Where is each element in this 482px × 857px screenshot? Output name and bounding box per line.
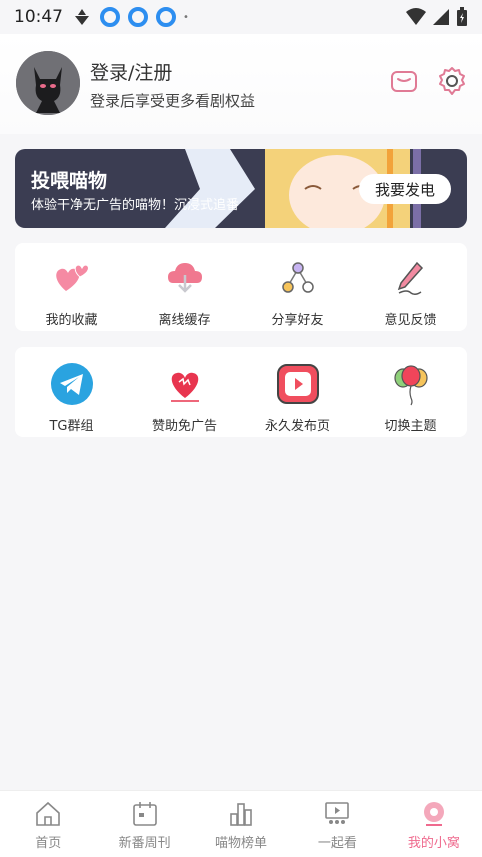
home-icon (36, 801, 61, 826)
profile-header: 登录/注册 登录后享受更多看剧权益 (0, 34, 482, 134)
nest-profile-icon (423, 802, 444, 826)
permanent-release-page-button[interactable]: 永久发布页 (241, 361, 354, 437)
nav-ranking-label: 喵物榜单 (215, 836, 268, 851)
nav-weekly[interactable]: 新番周刊 (96, 791, 192, 857)
tg-group-button[interactable]: TG群组 (15, 361, 128, 437)
offline-cache-button[interactable]: 离线缓存 (128, 255, 241, 331)
nav-watch-together[interactable]: 一起看 (289, 791, 385, 857)
feedback-button[interactable]: 意见反馈 (354, 255, 467, 331)
battery-icon (457, 7, 467, 26)
balloons-icon (393, 365, 428, 406)
status-notification-icons: • (71, 7, 189, 27)
banner-title: 投喂喵物 (31, 170, 108, 192)
cloud-notification-icon (100, 7, 120, 27)
telegram-icon (50, 363, 93, 405)
permanent-release-page-label: 永久发布页 (264, 419, 330, 434)
favorites-button[interactable]: 我的收藏 (15, 255, 128, 331)
video-play-icon (276, 364, 319, 404)
switch-theme-button[interactable]: 切换主题 (354, 361, 467, 437)
offline-cache-label: 离线缓存 (158, 313, 211, 328)
nav-watch-together-label: 一起看 (317, 836, 357, 851)
share-friends-button[interactable]: 分享好友 (241, 255, 354, 331)
settings-gear-icon[interactable] (437, 66, 467, 96)
cloud-notification-icon (128, 7, 148, 27)
message-icon[interactable] (389, 66, 419, 96)
status-bar: 10:47 • (0, 0, 482, 34)
avatar[interactable] (16, 51, 80, 115)
cloud-notification-icon (156, 7, 176, 27)
switch-theme-label: 切换主题 (384, 419, 437, 434)
nav-my-nest-label: 我的小窝 (407, 836, 460, 851)
share-nodes-icon (281, 262, 314, 293)
login-subtitle: 登录后享受更多看剧权益 (90, 92, 256, 110)
donate-button[interactable]: 我要发电 (358, 174, 451, 204)
nav-ranking[interactable]: 喵物榜单 (193, 791, 289, 857)
nav-weekly-label: 新番周刊 (118, 836, 171, 851)
nav-my-nest[interactable]: 我的小窝 (386, 791, 482, 857)
screen-audience-icon (325, 802, 350, 824)
feedback-label: 意见反馈 (384, 313, 437, 328)
favorites-label: 我的收藏 (45, 313, 98, 328)
cloud-download-icon (167, 263, 202, 293)
login-register-link[interactable]: 登录/注册 (90, 58, 172, 85)
quick-actions-card: 我的收藏 离线缓存 分享好友 意见反馈 (15, 243, 467, 331)
nav-home-label: 首页 (35, 836, 62, 851)
hearts-icon (55, 264, 89, 291)
wifi-icon (406, 8, 426, 25)
pen-icon (397, 261, 423, 296)
sponsor-no-ads-label: 赞助免广告 (151, 419, 217, 434)
bottom-navigation: 首页 新番周刊 喵物榜单 一起看 我的小窝 (0, 790, 482, 857)
tg-group-label: TG群组 (49, 419, 94, 434)
heart-sponsor-icon (170, 372, 199, 402)
extra-actions-card: TG群组 赞助免广告 永久发布页 切换主题 (15, 347, 467, 437)
signal-icon (433, 9, 449, 25)
ranking-bars-icon (230, 803, 252, 826)
black-cat-avatar-icon (16, 51, 80, 115)
nav-home[interactable]: 首页 (0, 791, 96, 857)
share-friends-label: 分享好友 (271, 313, 324, 328)
app-notification-icon (75, 9, 89, 25)
calendar-icon (132, 802, 157, 826)
status-time: 10:47 (14, 7, 63, 27)
donate-banner[interactable]: 投喂喵物 体验干净无广告的喵物！沉浸式追番 我要发电 (15, 149, 467, 228)
banner-subtitle: 体验干净无广告的喵物！沉浸式追番 (31, 198, 240, 213)
sponsor-no-ads-button[interactable]: 赞助免广告 (128, 361, 241, 437)
